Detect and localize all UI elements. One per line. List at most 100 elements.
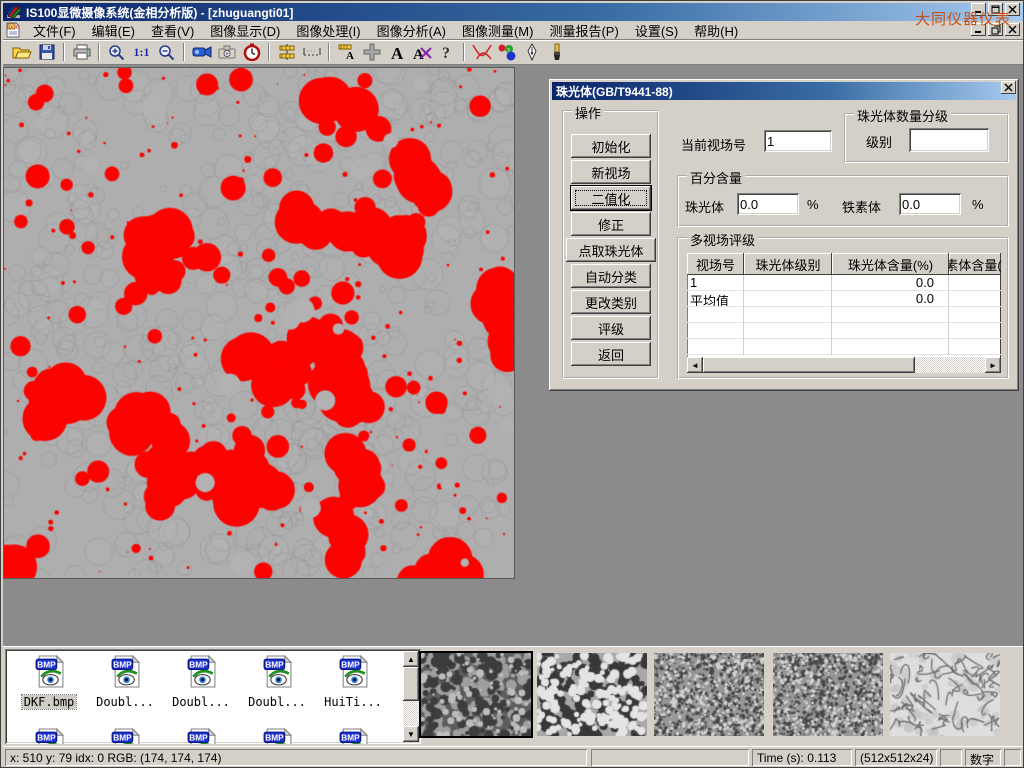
actual-size-button[interactable]: 1:1 (129, 41, 154, 63)
dialog-close-icon[interactable] (1001, 81, 1016, 94)
move-cross-icon (363, 43, 381, 61)
ferrite-label: 铁素体 (842, 197, 881, 216)
file-item[interactable]: Doubl... (89, 655, 161, 711)
font-button[interactable]: A (384, 41, 409, 63)
scroll-down-icon[interactable]: ▼ (403, 726, 419, 742)
menu-item-report[interactable]: 测量报告(P) (541, 19, 626, 42)
cell-ferrite (949, 275, 1001, 291)
menu-item-help[interactable]: 帮助(H) (686, 19, 746, 42)
save-icon (39, 44, 55, 60)
file-item[interactable]: Doubl... (241, 655, 313, 711)
micrograph-canvas[interactable] (3, 67, 515, 579)
scroll-left-icon[interactable]: ◄ (687, 357, 703, 373)
menu-item-edit[interactable]: 编辑(E) (84, 19, 143, 42)
zoom-in-icon (108, 44, 125, 61)
thumbnail-5[interactable] (890, 653, 1000, 736)
timer-icon (243, 43, 261, 61)
toolbar: 1:1 A A A ? 3 (3, 40, 1023, 65)
pick-pearlite-button[interactable]: 点取珠光体 (566, 238, 656, 262)
correct-button[interactable]: 修正 (571, 212, 651, 236)
scrollbar-thumb[interactable] (403, 667, 419, 701)
markers-button[interactable]: 3 (494, 41, 519, 63)
table-horizontal-scrollbar: ◄ ► (687, 357, 1001, 373)
menu-item-settings[interactable]: 设置(S) (627, 19, 686, 42)
level-input[interactable] (909, 128, 989, 152)
font-delete-button[interactable]: A (409, 41, 434, 63)
scroll-up-icon[interactable]: ▲ (403, 651, 419, 667)
brush-button[interactable] (544, 41, 569, 63)
pearlite-percent-input[interactable] (737, 193, 799, 215)
measure-text-button[interactable]: A (334, 41, 359, 63)
bmp-file-icon (109, 655, 142, 688)
return-button[interactable]: 返回 (571, 342, 651, 366)
table-row[interactable]: 1 0.0 (687, 275, 1001, 291)
zoom-out-button[interactable] (154, 41, 179, 63)
app-icon (6, 4, 22, 20)
pearlite-label: 珠光体 (685, 197, 724, 216)
menu-bar: DOC 文件(F) 编辑(E) 查看(V) 图像显示(D) 图像处理(I) 图像… (3, 21, 1023, 40)
scroll-right-icon[interactable]: ► (985, 357, 1001, 373)
auto-classify-button[interactable]: 自动分类 (571, 264, 651, 288)
status-panel-empty (1004, 749, 1021, 766)
image-size: (512x512x24) (855, 749, 937, 766)
change-class-button[interactable]: 更改类别 (571, 290, 651, 314)
thumbnail-2[interactable] (537, 653, 647, 736)
initialize-button[interactable]: 初始化 (571, 134, 651, 158)
file-item[interactable]: HuiTi... (317, 655, 389, 711)
menu-item-file[interactable]: 文件(F) (25, 19, 84, 42)
scrollbar-track[interactable] (915, 357, 985, 373)
menu-item-image-measure[interactable]: 图像测量(M) (454, 19, 542, 42)
thumbnail-3[interactable] (654, 653, 764, 736)
open-button[interactable] (9, 41, 34, 63)
timer-button[interactable] (239, 41, 264, 63)
curve-icon (471, 43, 493, 61)
file-item-partial[interactable] (13, 728, 85, 744)
file-item[interactable]: Doubl... (165, 655, 237, 711)
cell-ferrite (949, 291, 1001, 307)
menu-item-image-process[interactable]: 图像处理(I) (288, 19, 368, 42)
scrollbar-thumb[interactable] (703, 357, 915, 373)
thumbnail-1[interactable] (421, 653, 531, 736)
menu-item-image-analysis[interactable]: 图像分析(A) (369, 19, 454, 42)
file-item[interactable]: DKF.bmp (13, 655, 85, 711)
video-capture-button[interactable] (189, 41, 214, 63)
ferrite-unit: % (972, 197, 984, 212)
table-row[interactable]: 平均值 0.0 (687, 291, 1001, 307)
curve-button[interactable] (469, 41, 494, 63)
new-field-button[interactable]: 新视场 (571, 160, 651, 184)
thumbnail-4[interactable] (773, 653, 883, 736)
help-button[interactable]: ? (434, 41, 459, 63)
markers-icon: 3 (497, 43, 517, 61)
toolbar-separator (98, 43, 100, 61)
dialog-title-bar[interactable]: 珠光体(GB/T9441-88) (552, 82, 1016, 100)
rate-button[interactable]: 评级 (571, 316, 651, 340)
caliper-measure-button[interactable] (274, 41, 299, 63)
file-item-partial[interactable] (89, 728, 161, 744)
document-icon[interactable]: DOC (5, 22, 21, 38)
ferrite-percent-input[interactable] (899, 193, 961, 215)
snapshot-button[interactable] (214, 41, 239, 63)
move-cross-button[interactable] (359, 41, 384, 63)
application-window: IS100显微摄像系统(金相分析版) - [zhuguangti01] 大同仪器… (0, 0, 1024, 768)
save-button[interactable] (34, 41, 59, 63)
file-item-partial[interactable] (165, 728, 237, 744)
file-item-partial[interactable] (241, 728, 313, 744)
zoom-in-button[interactable] (104, 41, 129, 63)
binarize-button[interactable]: 二值化 (571, 186, 651, 210)
font-delete-icon: A (412, 44, 432, 61)
print-button[interactable] (69, 41, 94, 63)
file-item-partial[interactable] (317, 728, 389, 744)
vendor-watermark: 大同仪器仪表 (915, 8, 1011, 29)
table-row-empty (687, 323, 1001, 339)
menu-item-image-display[interactable]: 图像显示(D) (202, 19, 288, 42)
one-to-one-icon: 1:1 (134, 45, 150, 60)
current-field-input[interactable] (764, 130, 832, 152)
pen-button[interactable] (519, 41, 544, 63)
pen-icon (526, 43, 538, 61)
help-icon: ? (441, 44, 453, 61)
svg-text:3: 3 (507, 48, 510, 54)
svg-text:DOC: DOC (9, 25, 20, 30)
percent-group: 百分含量 珠光体 % 铁素体 % (677, 175, 1009, 227)
ruler-measure-button[interactable] (299, 41, 324, 63)
menu-item-view[interactable]: 查看(V) (143, 19, 202, 42)
